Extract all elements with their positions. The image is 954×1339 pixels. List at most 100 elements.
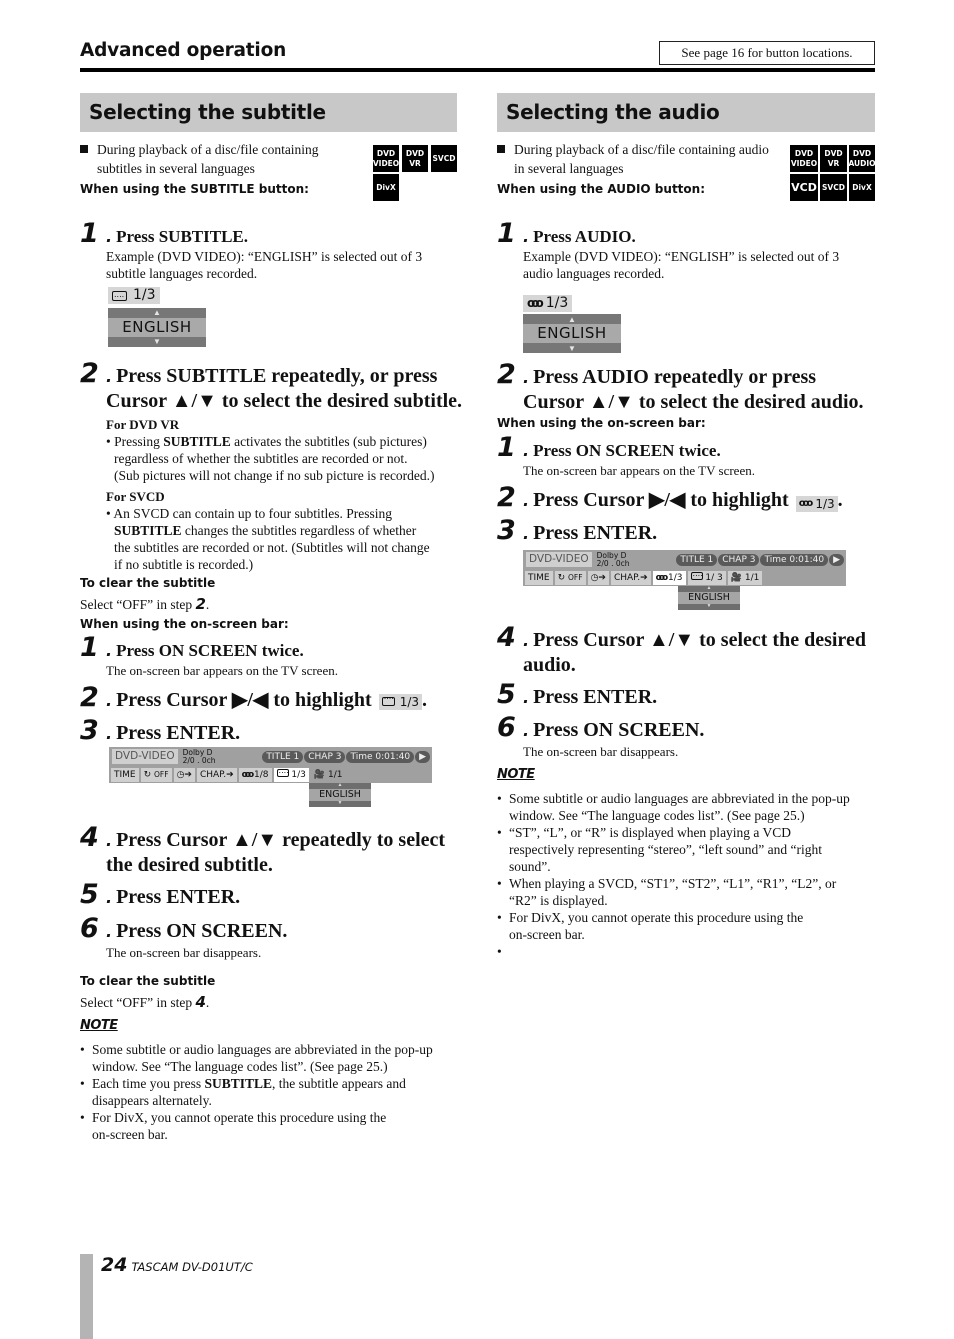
audio-osb-step-6-desc: The on-screen bar disappears. [523,744,679,759]
audio-button-heading: When using the AUDIO button: [497,182,706,196]
subtitle-cell: 1/ 3 [687,567,726,585]
audio-osb-step-3: 3. Press ENTER. [497,515,658,546]
audio-popup: ooo 1/3 ▲ ENGLISH ▼ [523,294,621,353]
subtitle-onscreen-bar: DVD-VIDEO Dolby D 2/0 . 0ch TITLE 1 CHAP … [109,747,432,783]
audio-osb-step-1: 1. Press ON SCREEN twice. [497,432,721,463]
square-bullet-icon [80,145,88,153]
subtitle-cell: 1/3 [273,764,309,782]
footer-bar [80,1254,93,1339]
audio-osb-step-4: 4. Press Cursor ▲/▼ to select the desired… [497,622,866,676]
audio-format: Dolby D 2/0 . 0ch [596,551,630,568]
subtitle-section-header: Selecting the subtitle [80,93,457,132]
format-badge-svcd: SVCD [820,174,847,201]
audio-osb-step-5: 5. Press ENTER. [497,679,658,710]
subtitle-osb-step-4: 4. Press Cursor ▲/▼ repeatedly to select … [80,822,446,876]
audio-cell: ooo 1/8 [238,767,272,782]
repeat-button: ↻ OFF [140,767,172,782]
format-badge-dvd-video: DVD VIDEO [373,145,399,172]
note-item: Some subtitle or audio languages are abb… [80,1041,465,1075]
format-badge-dvd-vr: DVD VR [820,145,847,172]
subtitle-osb-step-2: 2. Press Cursor ▶/◀ to highlight 1/3. [80,682,427,713]
footer: 24 TASCAM DV-D01UT/C [101,1254,253,1276]
clock-icon: ◷ [590,572,599,583]
time-button: TIME [525,570,553,585]
time-indicator: Time 0:01:40 [760,553,829,566]
subtitle-icon [381,692,395,706]
page-number: 24 [101,1254,128,1276]
note-item: Each time you press SUBTITLE, the subtit… [80,1075,465,1109]
audio-notes: Some subtitle or audio languages are abb… [497,790,882,960]
audio-onscreen-bar: DVD-VIDEO Dolby D 2/0 . 0ch TITLE 1 CHAP … [523,550,846,586]
subtitle-icon [112,286,127,303]
audio-note-title: NOTE [497,767,535,782]
note-item: Some subtitle or audio languages are abb… [497,790,882,824]
format-badge-dvd-video: DVD VIDEO [790,145,818,172]
svcd-note: For SVCD • An SVCD can contain up to fou… [106,489,430,572]
header-rule [80,68,875,72]
format-badge-svcd: SVCD [431,145,457,172]
time-button: TIME [111,767,139,782]
disc-type: DVD-VIDEO [112,749,178,764]
audio-step-1: 1. Press AUDIO. [497,218,636,249]
time-search-button: ◷➔ [173,767,195,782]
square-bullet-icon [497,145,505,153]
audio-onscreen-heading: When using the on-screen bar: [497,416,706,430]
subtitle-icon [690,567,703,581]
audio-language: ENGLISH [523,324,621,343]
down-arrow-icon: ▼ [309,801,371,807]
up-arrow-icon: ▲ [523,314,621,324]
note-item: When playing a SVCD, “ST1”, “ST2”, “L1”,… [497,875,882,909]
subtitle-onscreen-heading: When using the on-screen bar: [80,617,289,631]
clock-icon: ◷ [176,769,185,780]
audio-icon: ooo [798,498,814,509]
subtitle-osb-step-6-desc: The on-screen bar disappears. [106,945,262,960]
format-badge-dvd-vr: DVD VR [402,145,428,172]
subtitle-highlight-chip: 1/3 [378,692,422,710]
subtitle-language: ENGLISH [108,317,206,337]
subtitle-popup: 1/3 ▲ ENGLISH ▼ [108,286,206,347]
chapter-indicator: CHAP 3 [304,750,346,763]
repeat-icon: ↻ [143,769,152,780]
subtitle-osb-step-1-desc: The on-screen bar appears on the TV scre… [106,663,338,678]
section-title: Advanced operation [80,40,287,61]
time-indicator: Time 0:01:40 [346,750,415,763]
model-name: TASCAM DV-D01UT/C [131,1260,253,1274]
title-indicator: TITLE 1 [676,553,718,566]
audio-highlight-chip: ooo 1/3 [795,495,838,512]
audio-osb-step-1-desc: The on-screen bar appears on the TV scre… [523,463,755,478]
subtitle-note-title: NOTE [80,1018,118,1033]
audio-icon: ooo [241,769,254,780]
audio-format: Dolby D 2/0 . 0ch [182,748,216,765]
title-indicator: TITLE 1 [262,750,304,763]
disc-type: DVD-VIDEO [526,552,592,567]
down-arrow-icon: ▼ [523,343,621,353]
audio-icon: ooo [655,572,668,583]
repeat-icon: ↻ [557,572,566,583]
angle-icon: 🎥 [313,769,326,780]
subtitle-button-heading: When using the SUBTITLE button: [80,182,309,196]
play-icon: ▶ [415,750,430,763]
angle-icon: 🎥 [730,572,742,583]
note-item: “ST”, “L”, or “R” is displayed when play… [497,824,882,875]
audio-step-2: 2. Press AUDIO repeatedly or press Cursor… [497,359,864,413]
dvd-vr-note: For DVD VR • Pressing SUBTITLE activates… [106,417,435,483]
subtitle-step-2: 2. Press SUBTITLE repeatedly, or press Cu… [80,358,463,412]
chapter-indicator: CHAP 3 [718,553,760,566]
format-badge-vcd: VCD [790,174,818,201]
audio-count: ooo 1/3 [523,295,573,312]
subtitle-osb-step-1: 1. Press ON SCREEN twice. [80,632,304,663]
audio-icon: ooo [527,296,544,310]
subtitle-notes: Some subtitle or audio languages are abb… [80,1041,465,1143]
clear-subtitle-heading-1: To clear the subtitle [80,576,216,590]
chapter-search-button: CHAP.➔ [196,767,237,782]
subtitle-osb-step-6: 6. Press ON SCREEN. [80,913,288,944]
audio-condition: During playback of a disc/file containin… [497,140,787,178]
audio-section-header: Selecting the audio [497,93,875,132]
subtitle-osb-step-3: 3. Press ENTER. [80,715,241,746]
repeat-button: ↻ OFF [554,570,586,585]
format-badge-divx: DivX [373,174,399,201]
audio-cell: ooo 1/3 [652,570,686,585]
play-icon: ▶ [829,553,844,566]
time-search-button: ◷➔ [587,570,609,585]
subtitle-count: 1/3 [108,286,160,304]
